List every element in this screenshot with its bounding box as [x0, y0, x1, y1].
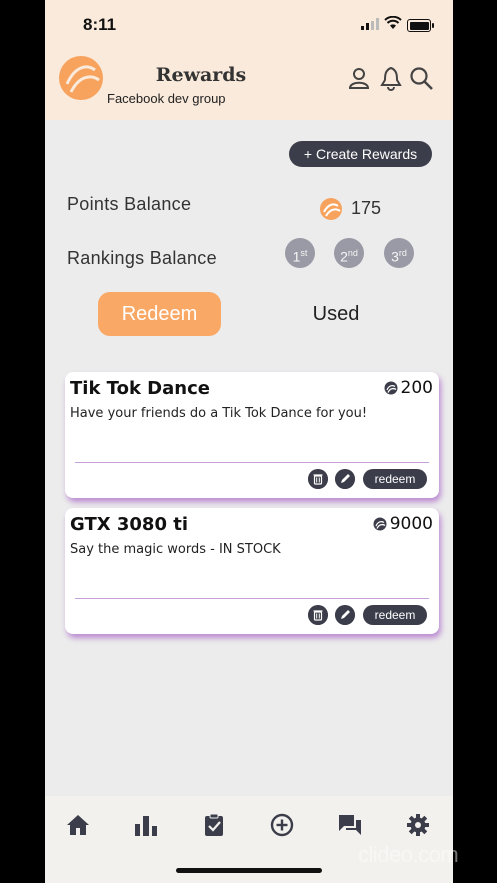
divider	[75, 598, 429, 599]
settings-icon[interactable]	[405, 812, 431, 838]
edit-icon[interactable]	[335, 605, 355, 625]
page-title: Rewards	[155, 64, 247, 86]
rankings-balance-label: Rankings Balance	[67, 248, 217, 268]
battery-icon	[407, 19, 434, 32]
phone-screen: 8:11 Rewards Facebook dev group + Create…	[45, 0, 453, 883]
signal-icon	[361, 18, 379, 30]
home-indicator	[176, 868, 322, 873]
reward-title: GTX 3080 ti	[70, 514, 189, 535]
rank-suffix: nd	[347, 248, 358, 258]
rank-number: 3	[391, 248, 399, 265]
reward-cost-value: 200	[400, 378, 433, 398]
rank-badge-3rd: 3rd	[384, 238, 414, 268]
leaderboard-icon[interactable]	[133, 812, 159, 838]
group-name: Facebook dev group	[107, 91, 226, 106]
tab-redeem[interactable]: Redeem	[98, 292, 221, 336]
watermark: clideo.com	[358, 842, 459, 867]
redeem-button[interactable]: redeem	[363, 605, 427, 625]
tab-used[interactable]: Used	[286, 292, 386, 336]
bell-icon[interactable]	[379, 66, 403, 92]
status-time: 8:11	[83, 15, 117, 34]
wifi-icon	[384, 16, 402, 29]
coin-icon	[373, 517, 387, 531]
coin-icon	[384, 381, 398, 395]
chat-icon[interactable]	[337, 812, 363, 838]
add-icon[interactable]	[269, 812, 295, 838]
reward-description: Say the magic words - IN STOCK	[70, 542, 281, 557]
reward-title: Tik Tok Dance	[70, 378, 210, 399]
redeem-button[interactable]: redeem	[363, 469, 427, 489]
reward-cost-value: 9000	[389, 514, 433, 534]
rank-number: 2	[340, 248, 348, 265]
rank-suffix: st	[300, 248, 308, 258]
trash-icon[interactable]	[308, 469, 328, 489]
home-icon[interactable]	[65, 812, 91, 838]
reward-card[interactable]: GTX 3080 ti 9000 Say the magic words - I…	[65, 508, 439, 634]
status-bar: 8:11	[45, 0, 453, 50]
divider	[75, 462, 429, 463]
reward-description: Have your friends do a Tik Tok Dance for…	[70, 406, 368, 421]
tasks-icon[interactable]	[201, 812, 227, 838]
create-rewards-button[interactable]: + Create Rewards	[289, 141, 432, 167]
app-header: Rewards Facebook dev group	[45, 50, 453, 120]
reward-card[interactable]: Tik Tok Dance 200 Have your friends do a…	[65, 372, 439, 498]
rank-badge-1st: 1st	[285, 238, 315, 268]
edit-icon[interactable]	[335, 469, 355, 489]
coin-icon	[320, 198, 342, 220]
profile-icon[interactable]	[347, 66, 371, 90]
reward-cost: 200	[384, 378, 433, 398]
points-balance-label: Points Balance	[67, 194, 192, 214]
rank-suffix: rd	[398, 248, 407, 258]
reward-cost: 9000	[373, 514, 433, 534]
points-balance-value: 175	[351, 198, 382, 218]
rank-badge-2nd: 2nd	[334, 238, 364, 268]
search-icon[interactable]	[409, 66, 435, 92]
trash-icon[interactable]	[308, 605, 328, 625]
